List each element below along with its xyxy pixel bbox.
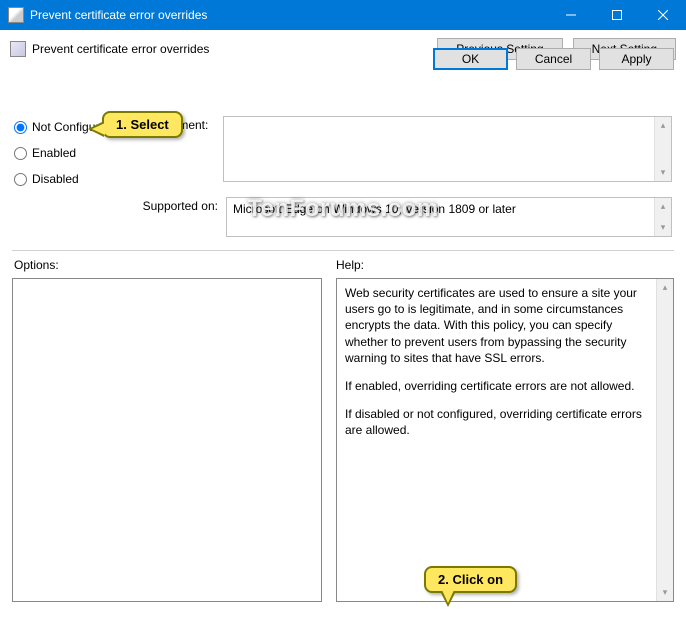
scroll-down-icon: ▾	[661, 219, 666, 236]
radio-enabled[interactable]: Enabled	[14, 146, 113, 160]
window-icon	[8, 7, 24, 23]
dialog-buttons: OK Cancel Apply	[433, 48, 674, 70]
help-paragraph-2: If enabled, overriding certificate error…	[345, 378, 651, 394]
radio-disabled-label: Disabled	[32, 172, 79, 186]
scroll-down-icon: ▾	[663, 584, 668, 601]
comment-row: Comment: ▴▾	[153, 116, 672, 182]
close-icon	[658, 10, 668, 20]
comment-scrollbar[interactable]: ▴▾	[654, 117, 671, 181]
supported-scrollbar: ▴▾	[654, 198, 671, 236]
help-box: Web security certificates are used to en…	[336, 278, 674, 602]
titlebar: Prevent certificate error overrides	[0, 0, 686, 30]
supported-text-value: Microsoft Edge on Windows 10, Version 18…	[233, 202, 516, 216]
scroll-down-icon: ▾	[661, 164, 666, 181]
radio-not-configured-input[interactable]	[14, 121, 27, 134]
help-paragraph-3: If disabled or not configured, overridin…	[345, 406, 651, 438]
minimize-icon	[566, 10, 576, 20]
minimize-button[interactable]	[548, 0, 594, 30]
supported-label: Supported on:	[140, 197, 218, 237]
annotation-callout-2: 2. Click on	[424, 566, 517, 593]
radio-enabled-input[interactable]	[14, 147, 27, 160]
scroll-up-icon: ▴	[661, 117, 666, 134]
window-controls	[548, 0, 686, 30]
radio-disabled-input[interactable]	[14, 173, 27, 186]
help-paragraph-1: Web security certificates are used to en…	[345, 285, 651, 366]
comment-textarea[interactable]	[224, 117, 653, 181]
cancel-button[interactable]: Cancel	[516, 48, 591, 70]
window-title: Prevent certificate error overrides	[30, 8, 548, 22]
close-button[interactable]	[640, 0, 686, 30]
policy-title: Prevent certificate error overrides	[32, 42, 437, 56]
scroll-up-icon: ▴	[661, 198, 666, 215]
supported-row: Supported on: Microsoft Edge on Windows …	[140, 197, 672, 237]
scroll-up-icon: ▴	[663, 279, 668, 296]
maximize-icon	[612, 10, 622, 20]
help-scrollbar[interactable]: ▴▾	[656, 279, 673, 601]
supported-text: Microsoft Edge on Windows 10, Version 18…	[226, 197, 672, 237]
radio-disabled[interactable]: Disabled	[14, 172, 113, 186]
options-box	[12, 278, 322, 602]
radio-enabled-label: Enabled	[32, 146, 76, 160]
help-label: Help:	[336, 258, 364, 272]
options-label: Options:	[14, 258, 59, 272]
ok-button[interactable]: OK	[433, 48, 508, 70]
separator	[12, 250, 674, 251]
comment-field-wrap: ▴▾	[223, 116, 672, 182]
maximize-button[interactable]	[594, 0, 640, 30]
annotation-callout-1: 1. Select	[102, 111, 183, 138]
apply-button[interactable]: Apply	[599, 48, 674, 70]
dialog-content: Prevent certificate error overrides Prev…	[0, 30, 686, 80]
policy-icon	[10, 41, 26, 57]
